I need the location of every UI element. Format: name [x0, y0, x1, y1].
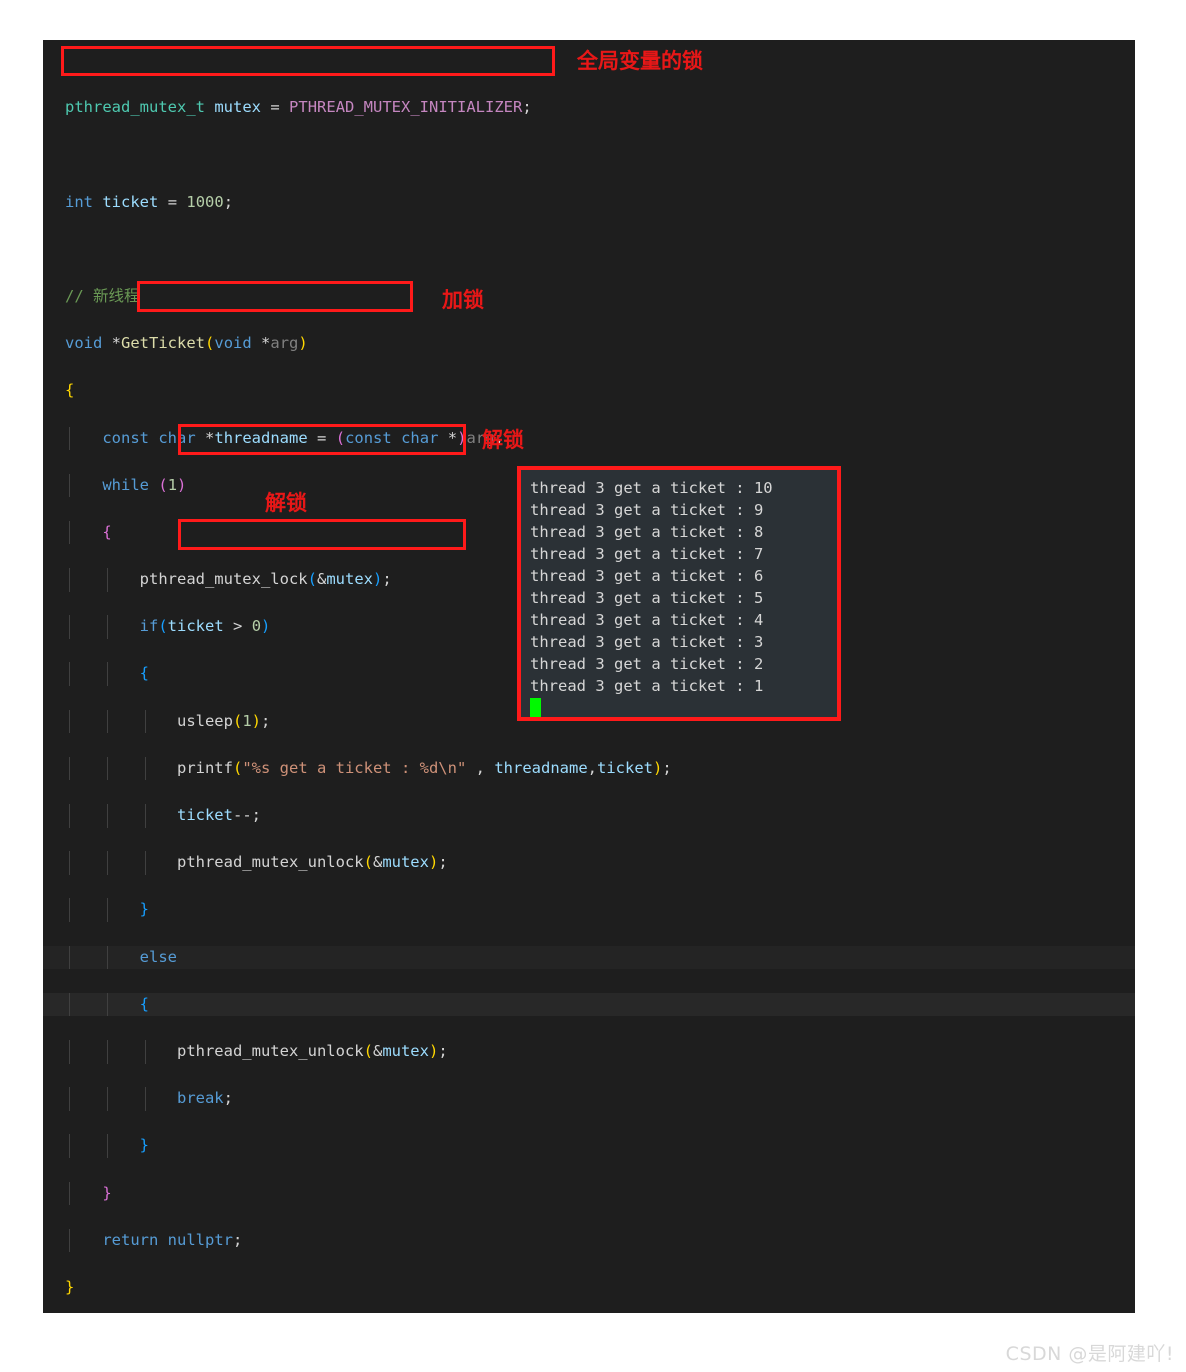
- terminal-line: thread 3 get a ticket : 1: [530, 677, 764, 695]
- terminal-line: thread 3 get a ticket : 3: [530, 633, 764, 651]
- code-line: break;: [43, 1087, 1135, 1111]
- terminal-line: thread 3 get a ticket : 4: [530, 611, 764, 629]
- code-line: pthread_mutex_unlock(&mutex);: [43, 1039, 1135, 1064]
- terminal-line: thread 3 get a ticket : 6: [530, 567, 764, 585]
- code-line: else: [43, 945, 1135, 970]
- code-line: {: [65, 381, 75, 400]
- code-line: }: [43, 1134, 1135, 1158]
- terminal-line: thread 3 get a ticket : 10: [530, 479, 773, 497]
- code-line: }: [43, 898, 1135, 922]
- code-line: }: [43, 1181, 1135, 1206]
- terminal-line: thread 3 get a ticket : 8: [530, 523, 764, 541]
- code-line: ticket--;: [43, 804, 1135, 828]
- terminal-cursor: [530, 698, 541, 717]
- annotation-label-unlock-else: 解锁: [265, 491, 307, 515]
- terminal-line: thread 3 get a ticket : 5: [530, 589, 764, 607]
- code-line: }: [65, 1277, 75, 1296]
- terminal-line: thread 3 get a ticket : 9: [530, 501, 764, 519]
- code-line: // 新线程: [65, 286, 140, 305]
- code-line: const char *threadname = (const char *)a…: [43, 426, 1135, 451]
- annotation-label-lock: 加锁: [442, 288, 484, 312]
- code-line: printf("%s get a ticket : %d\n" , thread…: [43, 756, 1135, 781]
- code-line: {: [43, 992, 1135, 1017]
- terminal-line: thread 3 get a ticket : 2: [530, 655, 764, 673]
- code-line: pthread_mutex_t mutex = PTHREAD_MUTEX_IN…: [65, 98, 532, 117]
- code-line: int ticket = 1000;: [65, 192, 234, 211]
- watermark: CSDN @是阿建吖!: [1005, 1343, 1174, 1365]
- terminal-output-box[interactable]: thread 3 get a ticket : 10 thread 3 get …: [517, 466, 841, 721]
- annotation-label-global-mutex: 全局变量的锁: [577, 49, 703, 73]
- code-line: void *GetTicket(void *arg): [65, 334, 308, 353]
- annotation-label-unlock-if: 解锁: [482, 428, 524, 452]
- code-line: pthread_mutex_unlock(&mutex);: [43, 851, 1135, 875]
- page-root: pthread_mutex_t mutex = PTHREAD_MUTEX_IN…: [0, 0, 1186, 1372]
- code-line: return nullptr;: [43, 1228, 1135, 1253]
- terminal-line: thread 3 get a ticket : 7: [530, 545, 764, 563]
